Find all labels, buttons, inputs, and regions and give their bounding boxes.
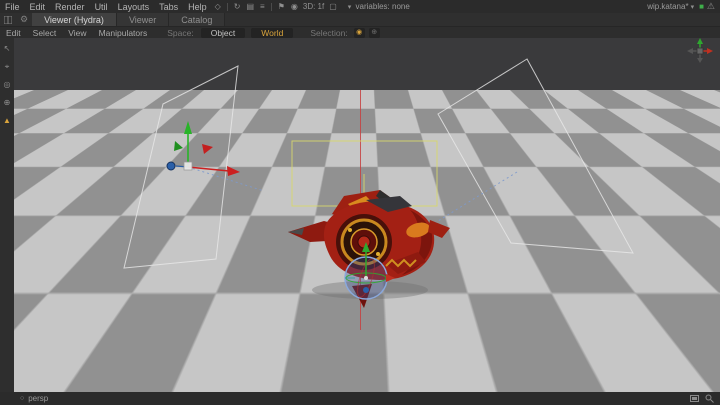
render-frame-icon[interactable]: ▢: [326, 0, 340, 13]
locator-icon[interactable]: ◇: [212, 0, 224, 13]
plane-handle-red[interactable]: [202, 144, 213, 154]
menu-bar: File Edit Render Util Layouts Tabs Help …: [0, 0, 720, 13]
menu-help[interactable]: Help: [183, 2, 212, 12]
menu-tabs[interactable]: Tabs: [154, 2, 183, 12]
variables-dropdown[interactable]: ▾ variables: none: [346, 2, 410, 11]
display-mode-icon[interactable]: [690, 395, 699, 403]
camera-icon: ○: [20, 395, 24, 402]
light-frustum-right[interactable]: [438, 59, 633, 253]
selection-mode-component-button[interactable]: ⊕: [369, 28, 380, 38]
tab-viewer-hydra[interactable]: Viewer (Hydra): [32, 13, 117, 26]
menu-edit[interactable]: Edit: [25, 2, 51, 12]
interactive-render-icon[interactable]: ◉: [288, 0, 301, 13]
select-tool-icon[interactable]: ↖: [4, 44, 11, 54]
manipulator-rail: ↖ ⌖ ◎ ⊕ ▲: [0, 38, 14, 392]
axis-orientation-indicator: [687, 38, 713, 63]
translate-tool-icon[interactable]: ⌖: [5, 62, 10, 72]
render-status-3d: 3D: 1f: [301, 2, 326, 11]
warning-icon[interactable]: ⚠: [707, 1, 720, 12]
transform-tool-icon-active[interactable]: ▲: [3, 116, 11, 126]
viewer-menu-edit[interactable]: Edit: [0, 28, 27, 38]
selection-component-icon: ⊕: [371, 28, 377, 38]
viewer-toolbar: Edit Select View Manipulators Space: Obj…: [0, 27, 720, 38]
menu-util[interactable]: Util: [90, 2, 113, 12]
scale-tool-icon[interactable]: ⊕: [4, 98, 11, 108]
variables-label: variables: none: [356, 2, 410, 11]
render-log-icon[interactable]: ▤: [243, 0, 257, 13]
magnifier-icon[interactable]: [705, 394, 714, 403]
queue-icon[interactable]: ≡: [257, 0, 268, 13]
pane-settings-gear-icon[interactable]: ⚙: [16, 13, 32, 26]
render-refresh-icon[interactable]: ↻: [231, 0, 244, 13]
menu-render[interactable]: Render: [50, 2, 90, 12]
viewport-status-bar: ○ persp: [0, 392, 720, 405]
flag-icon[interactable]: ⚑: [275, 0, 288, 13]
viewer-menu-select[interactable]: Select: [27, 28, 63, 38]
plane-handle-green[interactable]: [174, 141, 183, 151]
menu-file[interactable]: File: [0, 2, 25, 12]
divider: [227, 3, 228, 11]
caret-down-icon: ▾: [346, 4, 354, 11]
divider: [271, 3, 272, 11]
space-label: Space:: [153, 28, 197, 38]
viewport-overlay: [14, 38, 720, 392]
project-name[interactable]: wip.katana*: [647, 2, 688, 11]
space-object-button[interactable]: Object: [201, 28, 246, 38]
project-caret-icon[interactable]: ▾: [689, 3, 697, 11]
center-handle[interactable]: [184, 162, 192, 170]
selection-object-icon: ◉: [356, 28, 362, 38]
viewer-menu-view[interactable]: View: [62, 28, 92, 38]
pane-tab-bar: ⚙ Viewer (Hydra) Viewer Catalog: [0, 13, 720, 27]
selection-label: Selection:: [296, 28, 351, 38]
pane-split-icon[interactable]: [0, 13, 16, 26]
tab-viewer[interactable]: Viewer: [117, 13, 169, 26]
katana-window: File Edit Render Util Layouts Tabs Help …: [0, 0, 720, 405]
z-axis-handle[interactable]: [167, 162, 175, 170]
menu-layouts[interactable]: Layouts: [113, 2, 155, 12]
viewport-3d[interactable]: [14, 38, 720, 392]
scenegraph-status-icon: ■: [696, 2, 707, 11]
camera-name[interactable]: persp: [28, 394, 48, 403]
selection-mode-object-button[interactable]: ◉: [354, 28, 365, 38]
rotate-tool-icon[interactable]: ◎: [4, 80, 11, 90]
space-world-button[interactable]: World: [251, 28, 293, 38]
tab-catalog[interactable]: Catalog: [169, 13, 225, 26]
viewer-menu-manipulators[interactable]: Manipulators: [93, 28, 154, 38]
